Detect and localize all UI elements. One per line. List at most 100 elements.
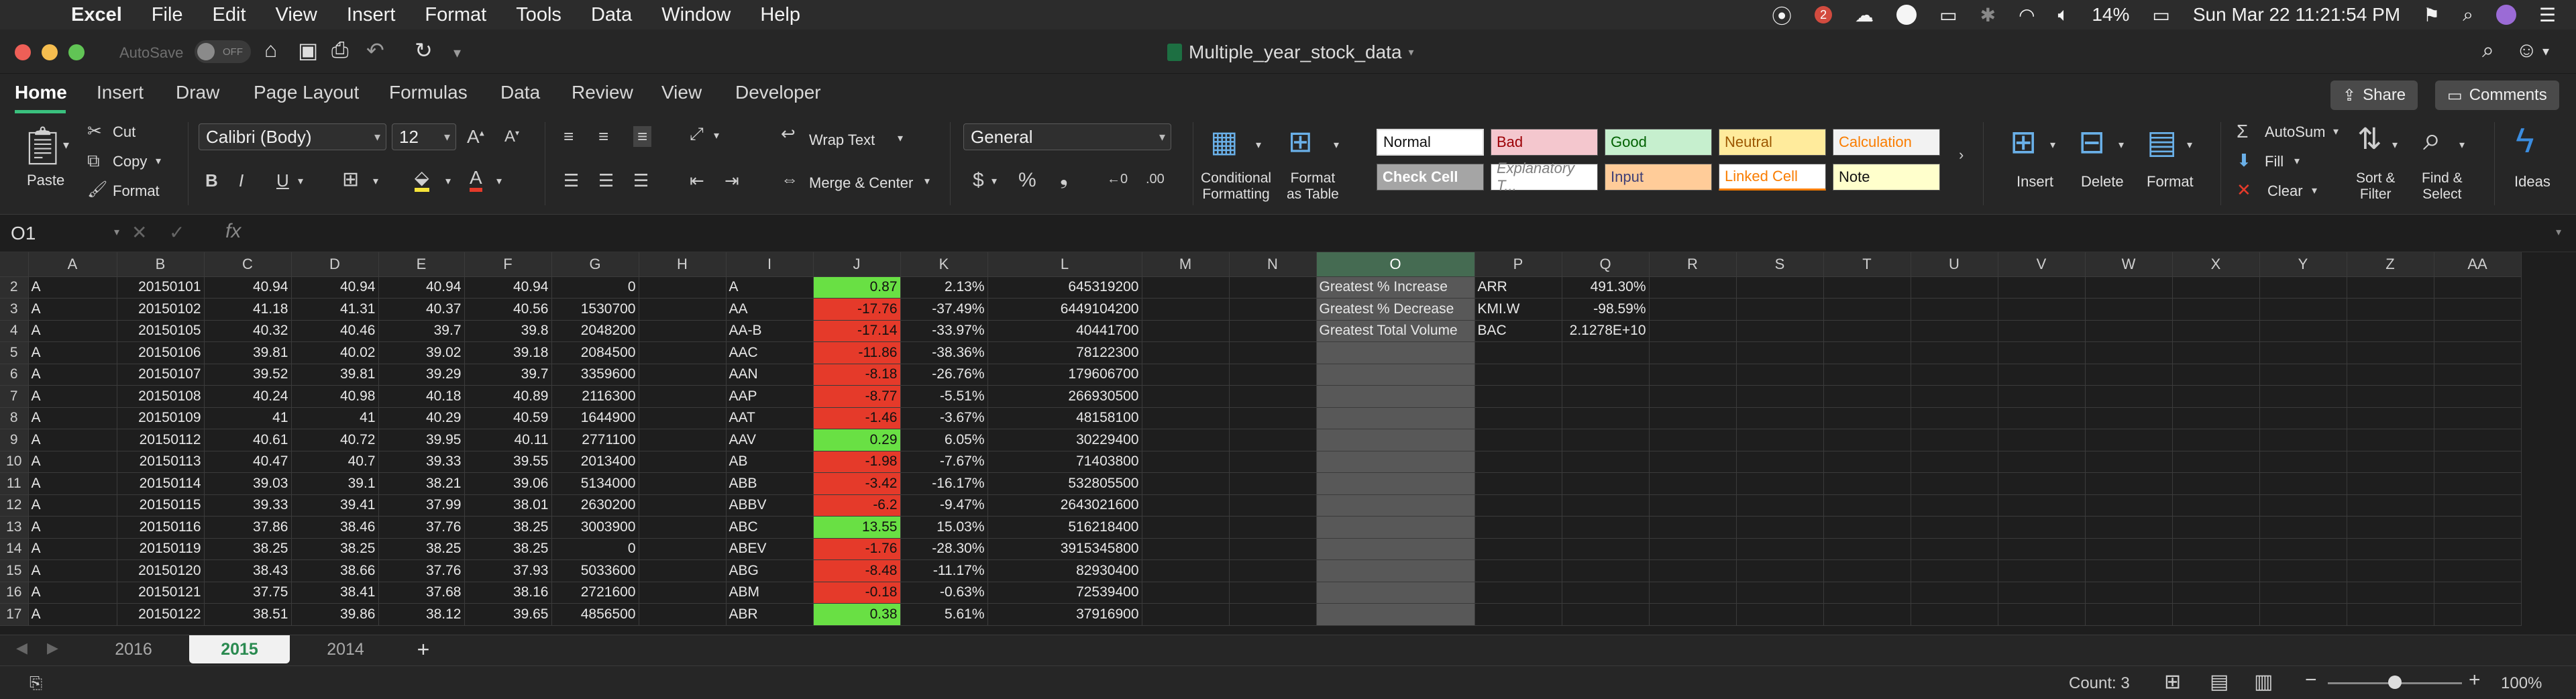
cell-v[interactable] [1998,407,2086,429]
cell-r[interactable] [1649,385,1737,408]
chevron-down-icon[interactable]: ▾ [1409,46,1414,59]
cell-g[interactable]: 0 [551,276,639,299]
tab-review[interactable]: Review [572,82,633,103]
cell-q[interactable] [1562,559,1650,582]
tab-view[interactable]: View [661,82,702,103]
cell-k[interactable]: -0.63% [900,582,988,604]
cell-b[interactable]: 20150113 [117,451,205,473]
cell-b[interactable]: 20150120 [117,559,205,582]
cut-icon[interactable]: ✂ [87,121,102,142]
cell-u[interactable] [1911,429,1998,451]
cell-aa[interactable] [2434,364,2522,386]
cell-q[interactable] [1562,429,1650,451]
cell-a[interactable]: A [28,364,117,386]
cell-l[interactable]: 78122300 [987,341,1142,364]
cell-d[interactable]: 38.41 [291,582,379,604]
currency-icon[interactable]: $ [973,169,984,192]
borders-chevron-icon[interactable]: ▾ [373,174,378,188]
cell-i[interactable]: ABG [726,559,814,582]
cell-p[interactable] [1474,451,1562,473]
cell-aa[interactable] [2434,494,2522,517]
cell-p[interactable] [1474,603,1562,626]
cell-i[interactable]: ABC [726,516,814,539]
column-header-v[interactable]: V [1998,252,2086,277]
cell-n[interactable] [1229,276,1317,299]
cell-o[interactable]: Greatest Total Volume [1316,320,1475,342]
column-header-c[interactable]: C [204,252,292,277]
cell-k[interactable]: -11.17% [900,559,988,582]
cell-z[interactable] [2347,603,2434,626]
paste-icon[interactable]: 📋︎ [19,123,66,168]
cell-m[interactable] [1142,429,1230,451]
fill-down-icon[interactable]: ⬇ [2237,150,2251,171]
style-good[interactable]: Good [1605,129,1712,156]
cell-o[interactable] [1316,472,1475,495]
cell-t[interactable] [1823,364,1911,386]
cell-t[interactable] [1823,407,1911,429]
cell-u[interactable] [1911,559,1998,582]
cell-m[interactable] [1142,276,1230,299]
cell-a[interactable]: A [28,494,117,517]
cell-c[interactable]: 41.18 [204,298,292,321]
conditional-formatting-chevron-icon[interactable]: ▾ [1256,138,1261,152]
cell-g[interactable]: 2048200 [551,320,639,342]
insert-cells-icon[interactable]: ⊞ [2010,123,2037,161]
cell-w[interactable] [2085,538,2173,560]
column-header-s[interactable]: S [1736,252,1824,277]
column-header-o[interactable]: O [1316,252,1475,277]
cell-j[interactable]: -8.77 [813,385,901,408]
cell-aa[interactable] [2434,276,2522,299]
cell-w[interactable] [2085,559,2173,582]
cell-e[interactable]: 37.76 [378,559,465,582]
cell-c[interactable]: 41 [204,407,292,429]
cell-a[interactable]: A [28,320,117,342]
control-center-icon[interactable]: ☰ [2539,4,2556,26]
italic-icon[interactable]: I [239,170,244,191]
cell-y[interactable] [2259,385,2347,408]
style-linked-cell[interactable]: Linked Cell [1719,164,1826,191]
cell-z[interactable] [2347,364,2434,386]
column-header-k[interactable]: K [900,252,988,277]
style-note[interactable]: Note [1833,164,1940,191]
column-header-i[interactable]: I [726,252,814,277]
cell-r[interactable] [1649,582,1737,604]
cell-e[interactable]: 38.21 [378,472,465,495]
cell-b[interactable]: 20150116 [117,516,205,539]
sort-filter-button[interactable]: Sort & Filter [2356,170,2395,203]
cloud-icon[interactable]: ☁ [1855,4,1874,26]
cell-q[interactable] [1562,341,1650,364]
cell-y[interactable] [2259,603,2347,626]
column-header-j[interactable]: J [813,252,901,277]
cell-q[interactable] [1562,582,1650,604]
cell-j[interactable]: 0.87 [813,276,901,299]
copy-chevron-icon[interactable]: ▾ [156,154,161,168]
worksheet-table[interactable]: A B C D E F G H I J K L M N O P Q R S T U V W X Y Z AA 2 A 20150101 4… [0,252,2522,626]
cell-c[interactable]: 39.81 [204,341,292,364]
cell-d[interactable]: 40.98 [291,385,379,408]
cell-g[interactable]: 2084500 [551,341,639,364]
cell-m[interactable] [1142,603,1230,626]
cell-z[interactable] [2347,516,2434,539]
cell-c[interactable]: 38.51 [204,603,292,626]
autosum-chevron-icon[interactable]: ▾ [2333,125,2339,138]
cell-t[interactable] [1823,451,1911,473]
cell-aa[interactable] [2434,429,2522,451]
cell-f[interactable]: 40.89 [464,385,552,408]
cell-e[interactable]: 37.99 [378,494,465,517]
cell-b[interactable]: 20150122 [117,603,205,626]
autosave-toggle[interactable]: OFF [195,40,251,63]
cell-v[interactable] [1998,276,2086,299]
format-cells-icon[interactable]: ▤ [2147,123,2177,161]
cell-i[interactable]: AA [726,298,814,321]
status-app-icon[interactable]: ⦿ [1772,0,1792,30]
row-header[interactable]: 11 [0,472,29,495]
cell-o[interactable] [1316,341,1475,364]
clear-chevron-icon[interactable]: ▾ [2312,184,2317,197]
align-right-icon[interactable]: ☰ [633,170,649,191]
column-header-aa[interactable]: AA [2434,252,2522,277]
cell-f[interactable]: 39.06 [464,472,552,495]
font-family-select[interactable]: Calibri (Body) ▾ [199,123,386,150]
cell-l[interactable]: 48158100 [987,407,1142,429]
cell-p[interactable] [1474,429,1562,451]
siri-icon[interactable] [2496,5,2516,25]
